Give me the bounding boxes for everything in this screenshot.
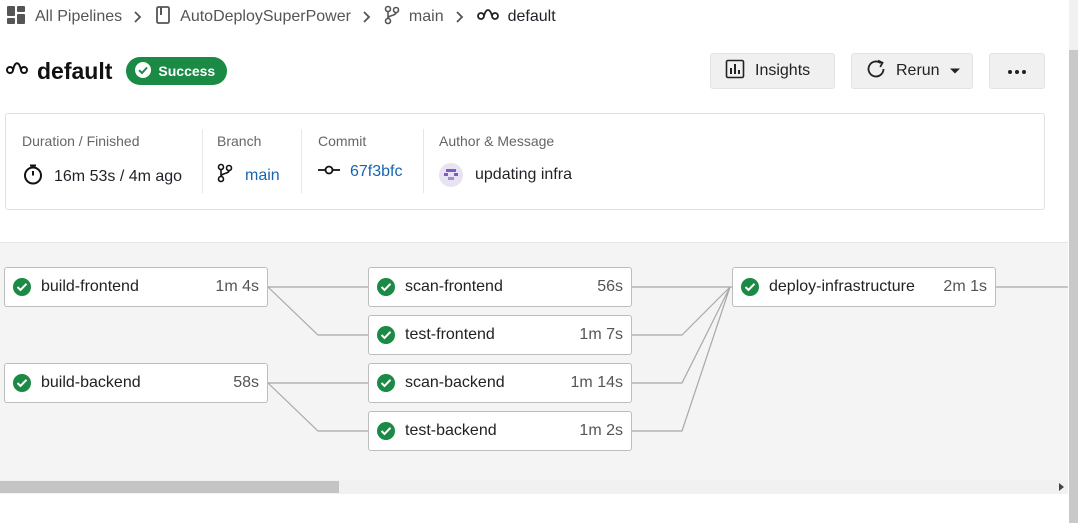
edge [632, 286, 731, 336]
avatar [439, 163, 463, 187]
job-scan-backend[interactable]: scan-backend 1m 14s [368, 363, 632, 403]
breadcrumb-label: default [507, 8, 556, 25]
pipeline-icon [476, 7, 499, 28]
breadcrumb: All Pipelines AutoDeploySuperPower main … [6, 5, 556, 29]
breadcrumb-branch[interactable]: main [384, 5, 444, 30]
chevron-right-icon [362, 10, 372, 24]
job-duration: 2m 1s [943, 278, 987, 295]
breadcrumb-label: AutoDeploySuperPower [180, 8, 351, 25]
repo-icon [155, 5, 171, 29]
vertical-scrollbar[interactable] [1069, 0, 1078, 523]
status-badge: Success [126, 57, 228, 85]
job-name: build-backend [41, 374, 141, 391]
job-name: deploy-infrastructure [769, 278, 915, 295]
pipeline-icon [6, 60, 28, 83]
duration-label: Duration / Finished [22, 133, 140, 149]
branch-label: Branch [217, 133, 262, 149]
success-check-icon [13, 278, 31, 296]
success-check-icon [741, 278, 759, 296]
job-duration: 1m 14s [570, 374, 623, 391]
divider [301, 129, 302, 193]
branch-link[interactable]: main [245, 167, 280, 185]
run-info-card: Duration / Finished 16m 53s / 4m ago Bra… [5, 113, 1045, 210]
breadcrumb-repo[interactable]: AutoDeploySuperPower [155, 5, 351, 29]
job-test-frontend[interactable]: test-frontend 1m 7s [368, 315, 632, 355]
job-scan-frontend[interactable]: scan-frontend 56s [368, 267, 632, 307]
breadcrumb-all-pipelines[interactable]: All Pipelines [6, 5, 122, 30]
duration-value-row: 16m 53s / 4m ago [22, 163, 182, 190]
job-name: build-frontend [41, 278, 139, 295]
job-duration: 1m 2s [579, 422, 623, 439]
edge [267, 382, 368, 432]
divider [423, 129, 424, 193]
success-check-icon [377, 422, 395, 440]
job-deploy-infrastructure[interactable]: deploy-infrastructure 2m 1s [732, 267, 996, 307]
job-name: scan-backend [405, 374, 505, 391]
job-name: test-backend [405, 422, 497, 439]
caret-down-icon [949, 62, 961, 80]
breadcrumb-label: All Pipelines [35, 8, 123, 25]
job-build-backend[interactable]: build-backend 58s [4, 363, 268, 403]
duration-value: 16m 53s / 4m ago [54, 167, 183, 185]
branch-value-row: main [217, 163, 280, 188]
chevron-right-icon [133, 10, 143, 24]
rerun-label: Rerun [896, 62, 940, 79]
success-check-icon [13, 374, 31, 392]
page-title: default [37, 57, 113, 84]
insights-button[interactable]: Insights [710, 53, 835, 89]
scrollbar-thumb[interactable] [0, 481, 339, 493]
commit-link[interactable]: 67f3bfc [350, 163, 402, 181]
chart-icon [725, 59, 745, 84]
commit-value-row: 67f3bfc [318, 163, 402, 181]
job-build-frontend[interactable]: build-frontend 1m 4s [4, 267, 268, 307]
check-circle-icon [134, 61, 152, 82]
scrollbar-thumb[interactable] [1069, 50, 1078, 523]
grid-icon [6, 5, 26, 30]
more-horizontal-icon [1007, 62, 1027, 80]
job-name: scan-frontend [405, 278, 503, 295]
commit-message: updating infra [475, 166, 572, 183]
edge [632, 286, 731, 432]
success-check-icon [377, 278, 395, 296]
divider [202, 129, 203, 193]
commit-icon [318, 163, 340, 181]
success-check-icon [377, 326, 395, 344]
author-label: Author & Message [439, 133, 555, 149]
job-name: test-frontend [405, 326, 495, 343]
success-check-icon [377, 374, 395, 392]
scroll-right-arrow-icon[interactable] [1059, 483, 1064, 491]
breadcrumb-label: main [408, 8, 444, 25]
horizontal-scrollbar[interactable] [0, 480, 1068, 494]
chevron-right-icon [455, 10, 465, 24]
author-value-row: updating infra [439, 163, 572, 187]
job-duration: 56s [597, 278, 623, 295]
job-duration: 1m 7s [579, 326, 623, 343]
branch-icon [217, 163, 233, 188]
stopwatch-icon [22, 163, 44, 190]
refresh-icon [865, 58, 887, 85]
pipeline-graph: build-frontend 1m 4s build-backend 58s s… [0, 242, 1068, 494]
edge [267, 286, 368, 336]
status-label: Success [158, 63, 216, 79]
insights-label: Insights [755, 62, 811, 79]
job-duration: 58s [233, 374, 259, 391]
job-duration: 1m 4s [215, 278, 259, 295]
job-test-backend[interactable]: test-backend 1m 2s [368, 411, 632, 451]
more-options-button[interactable] [989, 53, 1045, 89]
breadcrumb-pipeline: default [476, 7, 556, 28]
rerun-button[interactable]: Rerun [851, 53, 973, 89]
branch-icon [384, 5, 400, 30]
commit-label: Commit [318, 133, 367, 149]
title-row: default Success [6, 54, 228, 88]
